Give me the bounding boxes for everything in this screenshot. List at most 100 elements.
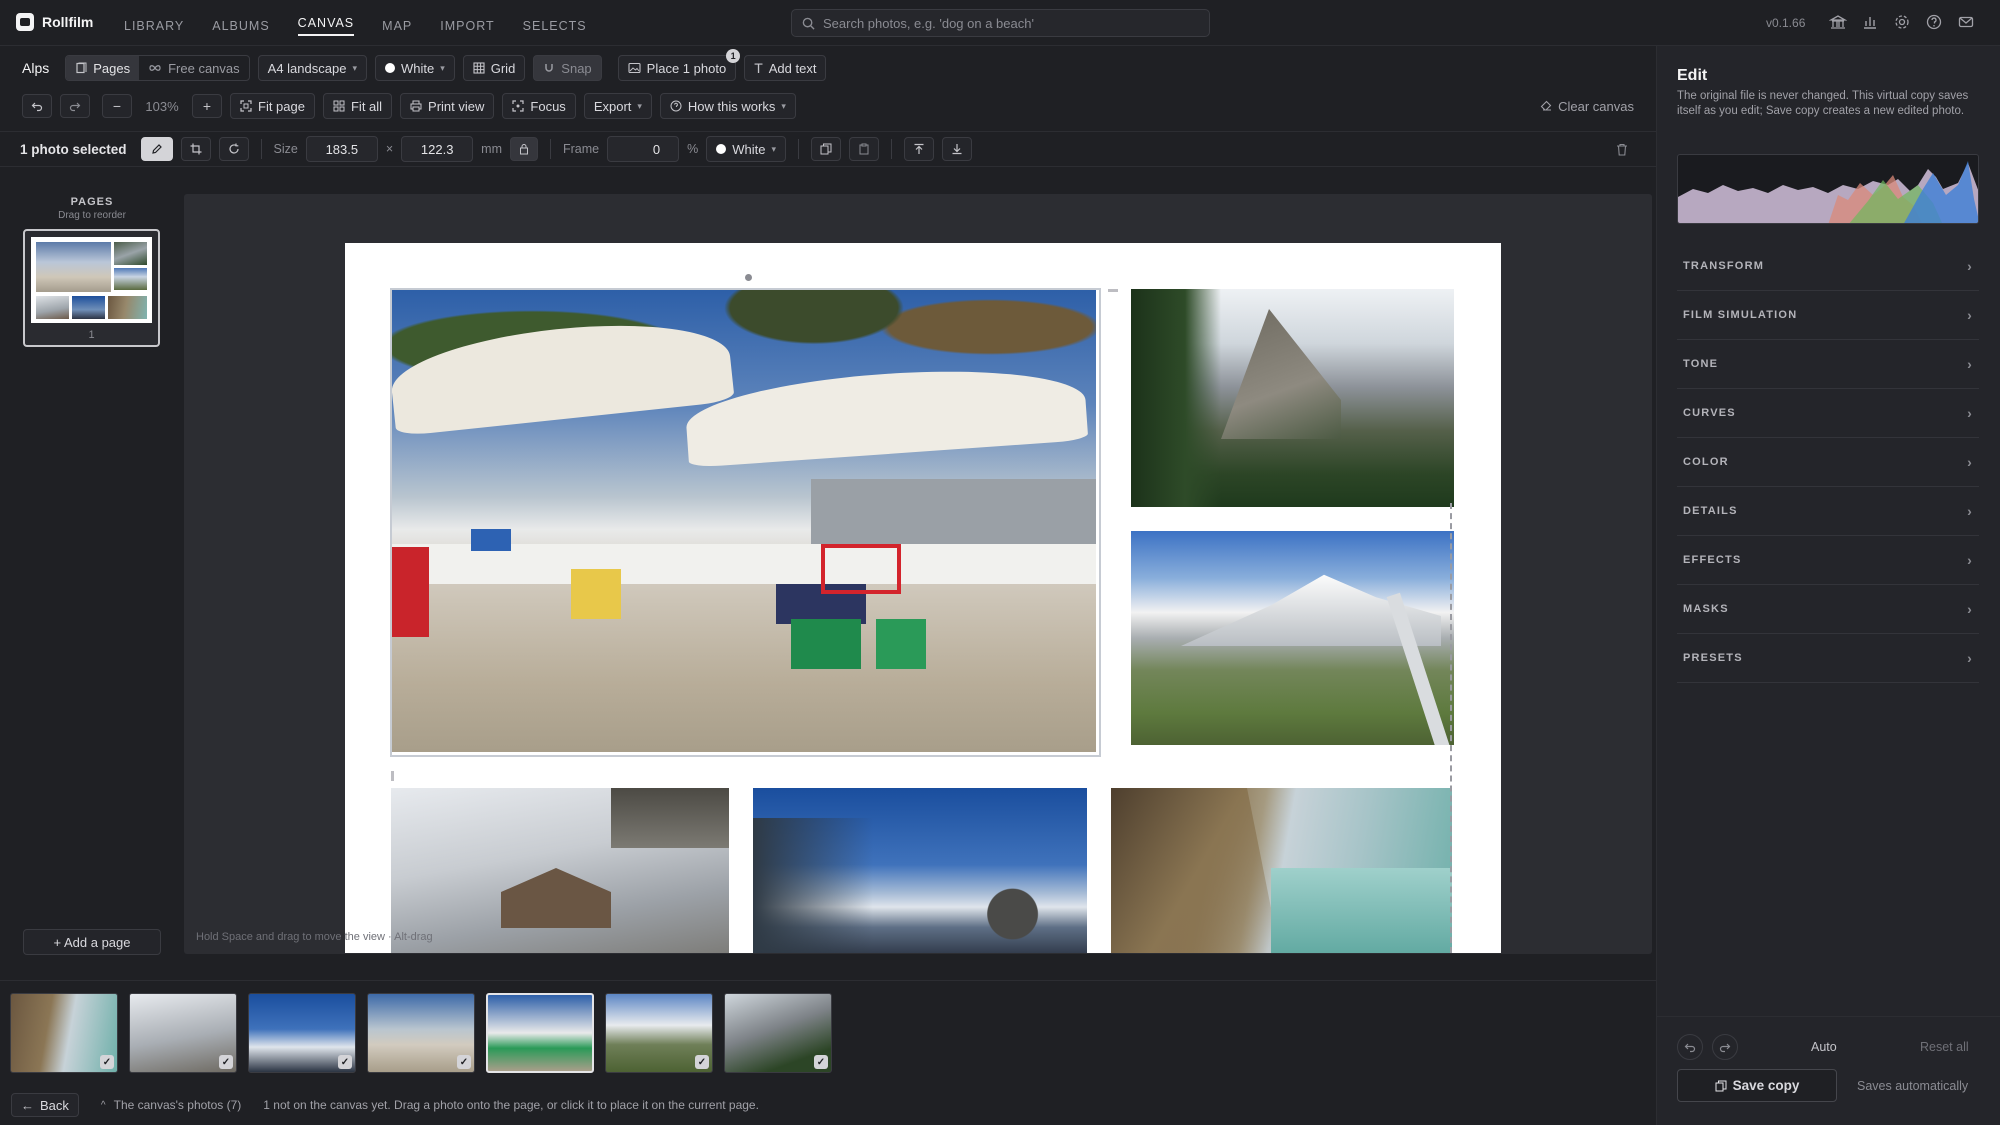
photo-blue-sky-mountains[interactable] — [753, 788, 1087, 953]
add-page-button[interactable]: + Add a page — [23, 929, 161, 955]
app-brand[interactable]: Rollfilm — [16, 13, 93, 31]
reset-all-button[interactable]: Reset all — [1920, 1040, 1969, 1054]
nav-selects[interactable]: SELECTS — [523, 19, 587, 33]
edit-section-label: MASKS — [1683, 603, 1729, 615]
place-photo-label: Place 1 photo — [646, 60, 727, 76]
plus-icon: + — [202, 98, 212, 114]
paste-button[interactable] — [849, 137, 880, 161]
paper-size-select[interactable]: A4 landscape ▾ — [257, 55, 367, 81]
page-sheet[interactable] — [345, 243, 1501, 953]
edit-redo-button[interactable] — [1712, 1034, 1738, 1060]
chart-icon[interactable] — [1861, 13, 1879, 31]
photo-lake-cliff[interactable] — [1111, 788, 1452, 953]
filmstrip-thumb[interactable]: ✓ — [367, 993, 475, 1073]
back-button[interactable]: ← Back — [11, 1093, 79, 1117]
frame-color-select[interactable]: White ▾ — [706, 136, 787, 162]
printer-icon — [410, 100, 422, 112]
trash-icon — [1617, 143, 1627, 156]
delete-button[interactable] — [1616, 143, 1628, 156]
filmstrip-thumb[interactable]: ✓ — [605, 993, 713, 1073]
edit-section-details[interactable]: DETAILS › — [1677, 487, 1979, 536]
background-select[interactable]: White ▾ — [374, 55, 455, 81]
auto-button[interactable]: Auto — [1811, 1040, 1837, 1054]
rotate-handle[interactable] — [745, 274, 752, 281]
mode-toggle: Pages Free canvas — [65, 55, 250, 81]
fit-all-label: Fit all — [350, 98, 383, 114]
copy-icon — [1715, 1080, 1727, 1091]
search-box[interactable] — [791, 9, 1210, 37]
edit-section-curves[interactable]: CURVES › — [1677, 389, 1979, 438]
footer-bar: ← Back ^ The canvas's photos (7) 1 not o… — [0, 1092, 1656, 1118]
edit-section-masks[interactable]: MASKS › — [1677, 585, 1979, 634]
fit-all-button[interactable]: Fit all — [322, 93, 393, 119]
free-canvas-button[interactable]: Free canvas — [139, 56, 249, 80]
search-input[interactable] — [823, 15, 1183, 31]
resize-handle[interactable] — [391, 771, 394, 781]
clear-canvas-button[interactable]: Clear canvas — [1540, 99, 1634, 114]
photo-snowy-peak[interactable] — [1131, 531, 1454, 745]
filmstrip-thumb-unplaced[interactable] — [486, 993, 594, 1073]
height-input[interactable] — [401, 136, 474, 162]
eraser-icon — [1540, 100, 1552, 111]
undo-button[interactable] — [22, 94, 52, 118]
crop-button[interactable] — [180, 137, 211, 161]
pages-icon — [76, 62, 87, 74]
aspect-lock-button[interactable] — [510, 137, 538, 161]
focus-button[interactable]: Focus — [502, 93, 576, 119]
bank-icon[interactable] — [1829, 13, 1847, 31]
edit-section-tone[interactable]: TONE › — [1677, 340, 1979, 389]
place-photo-button[interactable]: Place 1 photo 1 — [617, 49, 741, 81]
selection-toolbar: 1 photo selected Size × mm Frame % White… — [0, 131, 1656, 167]
canvas-hint: Hold Space and drag to move the view · A… — [196, 931, 433, 943]
edit-photo-button[interactable] — [140, 137, 173, 161]
filmstrip-thumb[interactable]: ✓ — [10, 993, 118, 1073]
filmstrip-thumb[interactable]: ✓ — [248, 993, 356, 1073]
help-icon[interactable] — [1925, 13, 1943, 31]
pages-mode-button[interactable]: Pages — [66, 56, 140, 80]
redo-button[interactable] — [60, 94, 90, 118]
nav-albums[interactable]: ALBUMS — [212, 19, 269, 33]
nav-canvas[interactable]: CANVAS — [297, 16, 355, 36]
export-select[interactable]: Export ▾ — [583, 93, 652, 119]
photo-forest-valley[interactable] — [1131, 289, 1454, 507]
selection-count: 1 photo selected — [20, 141, 127, 157]
unit-label: mm — [481, 142, 502, 156]
album-name: Alps — [22, 60, 50, 76]
edit-section-film-simulation[interactable]: FILM SIMULATION › — [1677, 291, 1979, 340]
edit-undo-button[interactable] — [1677, 1034, 1703, 1060]
snap-toggle[interactable]: Snap — [533, 55, 602, 81]
add-text-button[interactable]: T Add text — [744, 55, 827, 81]
edit-section-effects[interactable]: EFFECTS › — [1677, 536, 1979, 585]
bring-front-button[interactable] — [904, 137, 935, 161]
resize-handle[interactable] — [1108, 289, 1118, 292]
print-view-button[interactable]: Print view — [400, 93, 495, 119]
frame-input[interactable] — [607, 136, 680, 162]
filmstrip-thumb[interactable]: ✓ — [129, 993, 237, 1073]
how-it-works-select[interactable]: How this works ▾ — [659, 93, 796, 119]
filmstrip-thumb[interactable]: ✓ — [724, 993, 832, 1073]
photo-cafe-terrace[interactable] — [391, 289, 1096, 752]
gear-icon[interactable] — [1893, 13, 1911, 31]
rotate-button[interactable] — [218, 137, 249, 161]
nav-map[interactable]: MAP — [382, 19, 412, 33]
width-input[interactable] — [305, 136, 378, 162]
zoom-out-button[interactable]: − — [102, 94, 132, 118]
mail-icon[interactable] — [1957, 13, 1975, 31]
edit-section-transform[interactable]: TRANSFORM › — [1677, 242, 1979, 291]
zoom-in-button[interactable]: + — [192, 94, 222, 118]
edit-section-color[interactable]: COLOR › — [1677, 438, 1979, 487]
color-swatch-icon — [384, 63, 395, 73]
photo-snowy-chalet[interactable] — [391, 788, 729, 953]
fit-page-button[interactable]: Fit page — [230, 93, 315, 119]
send-back-button[interactable] — [942, 137, 973, 161]
frame-color-value: White — [732, 141, 766, 157]
edit-section-presets[interactable]: PRESETS › — [1677, 634, 1979, 683]
photos-toggle[interactable]: ^ The canvas's photos (7) — [101, 1098, 241, 1112]
nav-library[interactable]: LIBRARY — [124, 19, 184, 33]
save-copy-button[interactable]: Save copy — [1677, 1069, 1837, 1102]
duplicate-button[interactable] — [811, 137, 842, 161]
back-label: Back — [40, 1097, 69, 1113]
page-thumbnail[interactable]: 1 — [23, 229, 160, 347]
grid-button[interactable]: Grid — [462, 55, 526, 81]
nav-import[interactable]: IMPORT — [440, 19, 494, 33]
